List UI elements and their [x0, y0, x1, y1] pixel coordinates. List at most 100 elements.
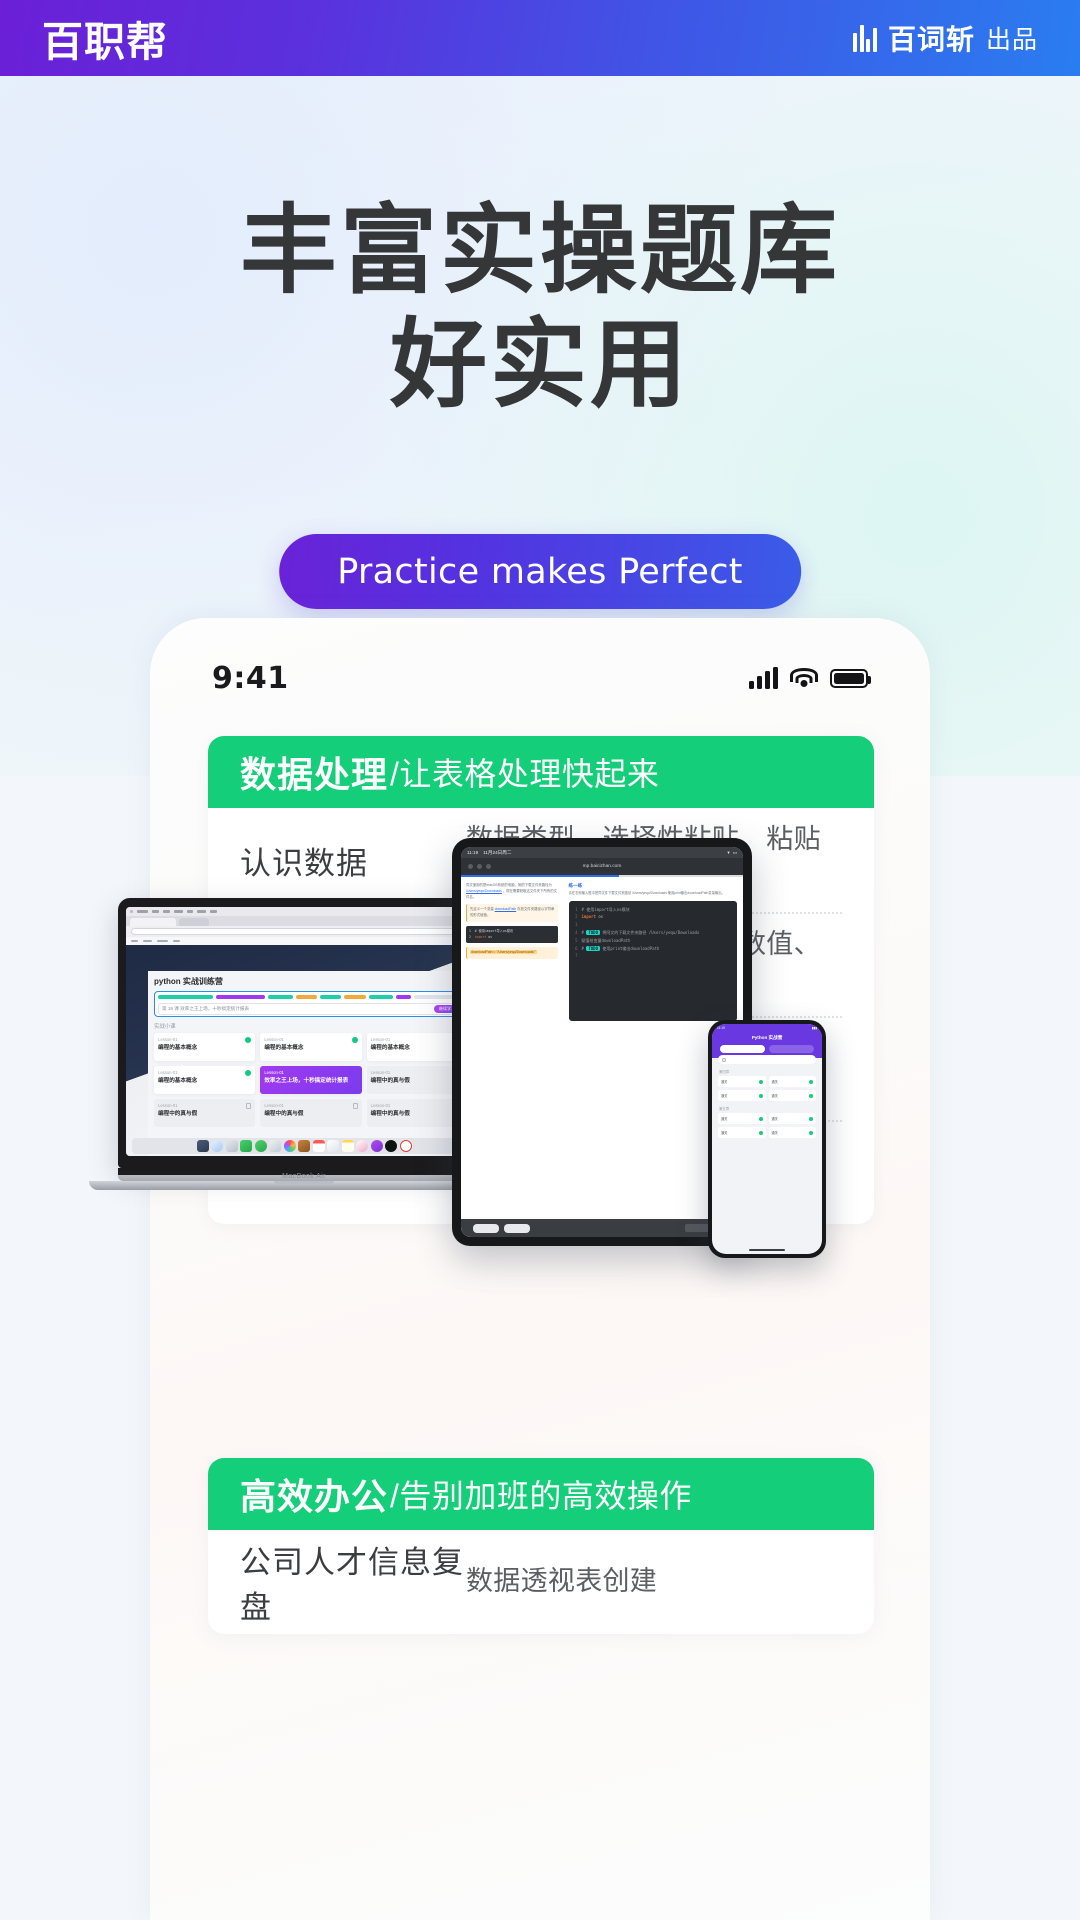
bookmark-item[interactable]	[157, 939, 168, 943]
check-icon	[351, 1037, 358, 1043]
photos-icon[interactable]	[225, 1140, 238, 1152]
ipad-url-text[interactable]: mp.baicizhan.com	[583, 864, 622, 869]
url-input[interactable]	[131, 928, 477, 935]
card-header-main: 高效办公	[240, 1476, 389, 1517]
appletv-icon[interactable]	[385, 1140, 397, 1152]
list-item[interactable]: 通关	[768, 1113, 816, 1124]
run-button[interactable]	[504, 1224, 530, 1233]
ipad-status-bar: 11:19 11月24日周二 ▾ ▭	[461, 847, 743, 858]
brand-logo: 百职帮	[42, 18, 168, 66]
calendar-icon[interactable]	[312, 1140, 325, 1152]
lesson-number: Lesson-01	[158, 1037, 178, 1042]
menubar-item[interactable]	[210, 910, 217, 913]
browser-tab[interactable]	[130, 918, 176, 926]
systemprefs-icon[interactable]	[399, 1140, 412, 1152]
list-item[interactable]: 通关	[718, 1127, 766, 1138]
lesson-title: 编程的基本概念	[264, 1044, 304, 1051]
reminders-icon[interactable]	[327, 1140, 339, 1152]
ipad-battery-icon: ▭	[732, 849, 737, 855]
lesson-card[interactable]: Lesson-01 编程的基本概念	[154, 1066, 256, 1094]
menubar-item[interactable]	[163, 910, 170, 913]
lesson-title: 编程的基本概念	[158, 1044, 198, 1051]
code-line: 7	[573, 952, 733, 960]
ipad-screen: 11:19 11月24日周二 ▾ ▭ mp.baicizhan.com 同文使用…	[461, 847, 743, 1237]
section-label: 第四章	[719, 1070, 730, 1074]
podcasts-icon[interactable]	[370, 1140, 383, 1152]
photos-app-icon[interactable]	[283, 1140, 296, 1152]
current-lesson-banner: 第 19 课 效率之王上场，十秒搞定统计报表 继续学习	[154, 991, 468, 1017]
prev-question-button[interactable]	[473, 1224, 499, 1233]
contacts-icon[interactable]	[298, 1140, 310, 1152]
list-item[interactable]: 通关	[768, 1127, 816, 1138]
lesson-title: 效率之王上场，十秒搞定统计报表	[264, 1077, 349, 1084]
device-cluster: python 实战训练营 第 19 课 效率之王上场，十秒搞定统计报表 继续学习…	[0, 838, 1080, 1300]
list-item[interactable]: 通关	[768, 1076, 816, 1087]
music-icon[interactable]	[356, 1140, 368, 1152]
status-dot-icon	[809, 1116, 813, 1121]
mail-icon[interactable]	[269, 1140, 281, 1152]
page-title-line1: 丰富实操题库	[240, 196, 840, 305]
window-controls[interactable]	[468, 864, 491, 869]
status-time: 9:41	[212, 660, 289, 696]
bookmark-item[interactable]	[131, 939, 138, 943]
todo-badge: TODO	[586, 945, 600, 951]
launchpad-icon[interactable]	[196, 1140, 209, 1152]
card-rows: 公司人才信息复盘 数据透视表创建	[208, 1530, 874, 1634]
status-dot-icon	[809, 1079, 813, 1084]
list-item[interactable]: 通关	[718, 1090, 766, 1101]
code-line: 6 # TODO 使用print输出downloadPath	[573, 945, 733, 953]
instruction-paragraph: 同文使用的是macOS系统的电脑，她的下载文件夹路径为 /Users/yequ/…	[466, 883, 558, 899]
lesson-card[interactable]: Lesson-01 编程的基本概念	[260, 1033, 362, 1061]
code-editor[interactable]: 1 # 使用import导入os模块 2 import os 3 4 # TOD…	[568, 900, 737, 1021]
facetime-icon[interactable]	[240, 1140, 252, 1152]
menubar-item[interactable]	[174, 910, 183, 913]
lesson-card-locked[interactable]: Lesson-01 编程中的真与假	[154, 1099, 256, 1127]
app-header: 百职帮 百词斩 出品	[0, 0, 1080, 76]
page-title-line2: 好实用	[390, 310, 690, 420]
card-header-main: 数据处理	[240, 754, 389, 795]
check-icon	[245, 1070, 252, 1076]
lesson-resume-row[interactable]: 第 19 课 效率之王上场，十秒搞定统计报表 继续学习	[158, 1003, 464, 1015]
exercise-nav-buttons	[473, 1224, 530, 1233]
lock-icon	[352, 1103, 358, 1109]
lesson-resume-text: 第 19 课 效率之王上场，十秒搞定统计报表	[162, 1006, 250, 1011]
notes-icon[interactable]	[341, 1140, 354, 1152]
search-input[interactable]	[718, 1055, 816, 1064]
lesson-card[interactable]: Lesson-01 编程的基本概念	[154, 1033, 256, 1061]
code-line: 2 import os	[469, 934, 493, 939]
macbook-mockup: python 实战训练营 第 19 课 效率之王上场，十秒搞定统计报表 继续学习…	[89, 898, 519, 1190]
bookmark-item[interactable]	[143, 939, 152, 943]
baicizhan-logo-icon	[853, 24, 877, 52]
menubar-item[interactable]	[152, 910, 159, 913]
segment-notes[interactable]	[769, 1045, 814, 1053]
browser-tab[interactable]	[179, 918, 209, 926]
list-item[interactable]: 通关	[718, 1076, 766, 1087]
safari-icon[interactable]	[211, 1140, 223, 1152]
lesson-title: 编程中的真与假	[370, 1077, 410, 1084]
mac-menubar	[126, 907, 482, 916]
line-number: 6	[575, 945, 578, 951]
segment-practice[interactable]	[720, 1045, 765, 1053]
item-label: 通关	[721, 1080, 728, 1084]
ipad-page-body: 同文使用的是macOS系统的电脑，她的下载文件夹路径为 /Users/yequ/…	[461, 877, 743, 1237]
menubar-item[interactable]	[187, 910, 193, 913]
table-row[interactable]: 公司人才信息复盘 数据透视表创建	[240, 1530, 842, 1634]
bookmark-item[interactable]	[173, 939, 180, 943]
ipad-wifi-icon: ▾	[727, 849, 730, 855]
menubar-item[interactable]	[137, 910, 148, 913]
ipad-browser-bar: mp.baicizhan.com	[461, 858, 743, 875]
messages-icon[interactable]	[254, 1140, 267, 1152]
list-item[interactable]: 通关	[718, 1113, 766, 1124]
lesson-number: Lesson-01	[370, 1103, 391, 1108]
list-item[interactable]: 通关	[768, 1090, 816, 1101]
item-label: 通关	[771, 1117, 778, 1121]
instruction-answer-note: downloadPath = "/Users/yequ/Downloads/"	[466, 947, 558, 959]
lesson-card-locked[interactable]: Lesson-01 编程中的真与假	[260, 1099, 362, 1127]
lesson-number: Lesson-01	[158, 1103, 178, 1108]
lesson-card-active[interactable]: Lesson-01 效率之王上场，十秒搞定统计报表	[260, 1066, 362, 1094]
card-header-sub: /告别加班的高效操作	[390, 1478, 692, 1514]
practice-cta-button[interactable]: Practice makes Perfect	[279, 534, 801, 609]
menubar-item[interactable]	[197, 910, 206, 913]
item-label: 通关	[721, 1094, 728, 1098]
code-line: 2 import os	[573, 913, 733, 921]
